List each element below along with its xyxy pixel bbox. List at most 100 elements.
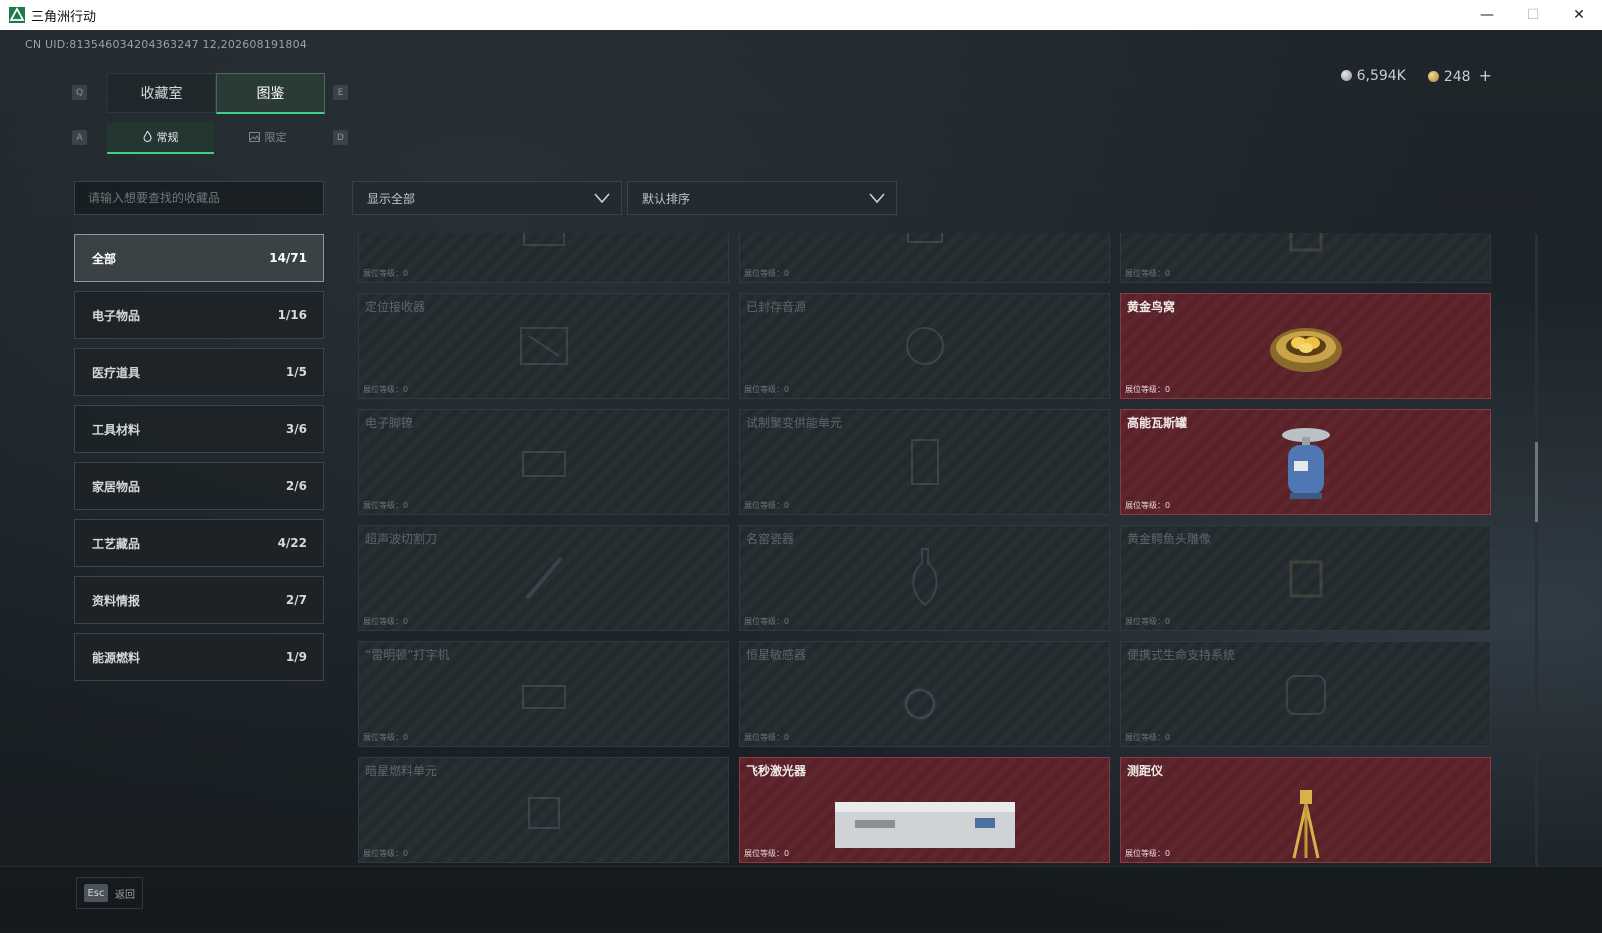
add-currency-button[interactable]: + [1479,66,1492,85]
item-card[interactable]: 已封存音源 展位等级：0 [739,293,1110,399]
item-card[interactable]: 暗星燃料单元 展位等级：0 [358,757,729,863]
item-grid: 展位等级：0 展位等级：0 展位等级：0 定位接收器 展位等级：0 已封存音源 … [358,233,1491,863]
receiver-icon [519,327,568,365]
item-card[interactable]: 黄金鳄鱼头雕像 展位等级：0 [1120,525,1491,631]
category-count: 14/71 [269,251,307,265]
category-count: 1/9 [285,650,307,664]
window-titlebar: 三角洲行动 — ☐ ✕ [0,0,1602,31]
hotkey-e: E [333,85,348,100]
category-label: 能源燃料 [92,650,141,665]
fusion-cell-icon [910,439,939,485]
item-level: 展位等级：0 [1125,733,1171,742]
item-card[interactable]: 名窑瓷器 展位等级：0 [739,525,1110,631]
display-filter-value: 显示全部 [367,191,416,206]
item-name: 暗星燃料单元 [365,764,438,778]
item-card[interactable]: 测距仪 展位等级：0 [1120,757,1491,863]
life-support-icon [1285,675,1326,715]
item-card[interactable]: 展位等级：0 [358,233,729,283]
item-card[interactable]: 展位等级：0 [1120,233,1491,283]
search-box [74,181,324,215]
category-household[interactable]: 家居物品 2/6 [74,462,324,510]
category-label: 电子物品 [92,308,141,323]
tab-regular[interactable]: 常规 [107,122,214,154]
app-logo-icon [9,7,25,23]
scrollbar-thumb[interactable] [1535,442,1538,522]
item-level: 展位等级：0 [1125,849,1171,858]
currency-bar: 6,594K 248 + [1340,66,1492,85]
window-title: 三角洲行动 [31,9,97,25]
item-name: 黄金鸟窝 [1127,300,1176,314]
item-level: 展位等级：0 [363,733,409,742]
item-level: 展位等级：0 [1125,269,1171,278]
silver-currency: 6,594K [1340,68,1406,84]
item-level: 展位等级：0 [1125,617,1171,626]
category-medical[interactable]: 医疗道具 1/5 [74,348,324,396]
item-card[interactable]: 试制聚变供能单元 展位等级：0 [739,409,1110,515]
category-electronics[interactable]: 电子物品 1/16 [74,291,324,339]
display-filter-dropdown[interactable]: 显示全部 [352,181,622,215]
item-name: 定位接收器 [365,300,426,314]
main-tabs: 收藏室 图鉴 [107,73,325,114]
sort-dropdown[interactable]: 默认排序 [627,181,897,215]
category-count: 3/6 [285,422,307,436]
item-grid-viewport[interactable]: 展位等级：0 展位等级：0 展位等级：0 定位接收器 展位等级：0 已封存音源 … [358,233,1530,879]
tab-limited[interactable]: 限定 [214,122,321,152]
category-count: 2/6 [285,479,307,493]
category-list: 全部 14/71 电子物品 1/16 医疗道具 1/5 工具材料 3/6 家居物品 2/6… [74,234,324,690]
category-count: 4/22 [277,536,307,550]
tab-codex[interactable]: 图鉴 [216,73,325,114]
item-card[interactable]: 电子脚镣 展位等级：0 [358,409,729,515]
chevron-down-icon [869,193,885,204]
item-card[interactable]: 恒星敏感器 展位等级：0 [739,641,1110,747]
audio-icon [905,327,944,365]
category-count: 1/16 [277,308,307,322]
back-label: 返回 [115,889,135,901]
item-level: 展位等级：0 [1125,501,1171,510]
item-card[interactable]: 便携式生命支持系统 展位等级：0 [1120,641,1491,747]
item-name: 试制聚变供能单元 [746,416,843,430]
item-name: 电子脚镣 [365,416,414,430]
item-card[interactable]: “雷明顿”打字机 展位等级：0 [358,641,729,747]
category-count: 2/7 [285,593,307,607]
typewriter-icon [521,685,566,709]
tab-collection-room[interactable]: 收藏室 [107,73,216,113]
minimize-button[interactable]: — [1464,0,1510,30]
category-all[interactable]: 全部 14/71 [74,234,324,282]
category-label: 家居物品 [92,479,141,494]
category-fuel[interactable]: 能源燃料 1/9 [74,633,324,681]
item-name: 黄金鳄鱼头雕像 [1127,532,1212,546]
item-card[interactable]: 定位接收器 展位等级：0 [358,293,729,399]
game-screen: CN UID:813546034204363247 12,20260819180… [0,30,1602,933]
item-card[interactable]: 飞秒激光器 展位等级：0 [739,757,1110,863]
category-label: 工具材料 [92,422,141,437]
maximize-button[interactable]: ☐ [1510,0,1556,30]
item-level: 展位等级：0 [363,385,409,394]
category-tools[interactable]: 工具材料 3/6 [74,405,324,453]
grid-scrollbar[interactable] [1535,234,1538,876]
shackle-icon [521,451,566,477]
frame-icon [1289,233,1322,252]
item-name: 恒星敏感器 [746,648,807,662]
search-input[interactable] [75,182,323,214]
item-card[interactable]: 黄金鸟窝 展位等级：0 [1120,293,1491,399]
tab-limited-label: 限定 [264,131,287,144]
category-intel[interactable]: 资料情报 2/7 [74,576,324,624]
sub-tabs: 常规 限定 [107,122,321,154]
category-count: 1/5 [285,365,307,379]
item-level: 展位等级：0 [744,269,790,278]
vase-icon [911,548,938,607]
item-card[interactable]: 展位等级：0 [739,233,1110,283]
esc-key-hint: Esc [84,884,108,902]
item-name: 超声波切割刀 [365,532,438,546]
gold-coin-icon [1427,71,1439,82]
item-level: 展位等级：0 [744,385,790,394]
item-card[interactable]: 高能瓦斯罐 展位等级：0 [1120,409,1491,515]
category-crafts[interactable]: 工艺藏品 4/22 [74,519,324,567]
flame-icon [142,131,152,142]
category-label: 全部 [92,251,117,266]
golden-nest-icon [1269,328,1342,372]
item-card[interactable]: 超声波切割刀 展位等级：0 [358,525,729,631]
close-button[interactable]: ✕ [1556,0,1602,30]
back-button[interactable]: Esc 返回 [76,877,143,909]
hotkey-q: Q [72,85,87,100]
